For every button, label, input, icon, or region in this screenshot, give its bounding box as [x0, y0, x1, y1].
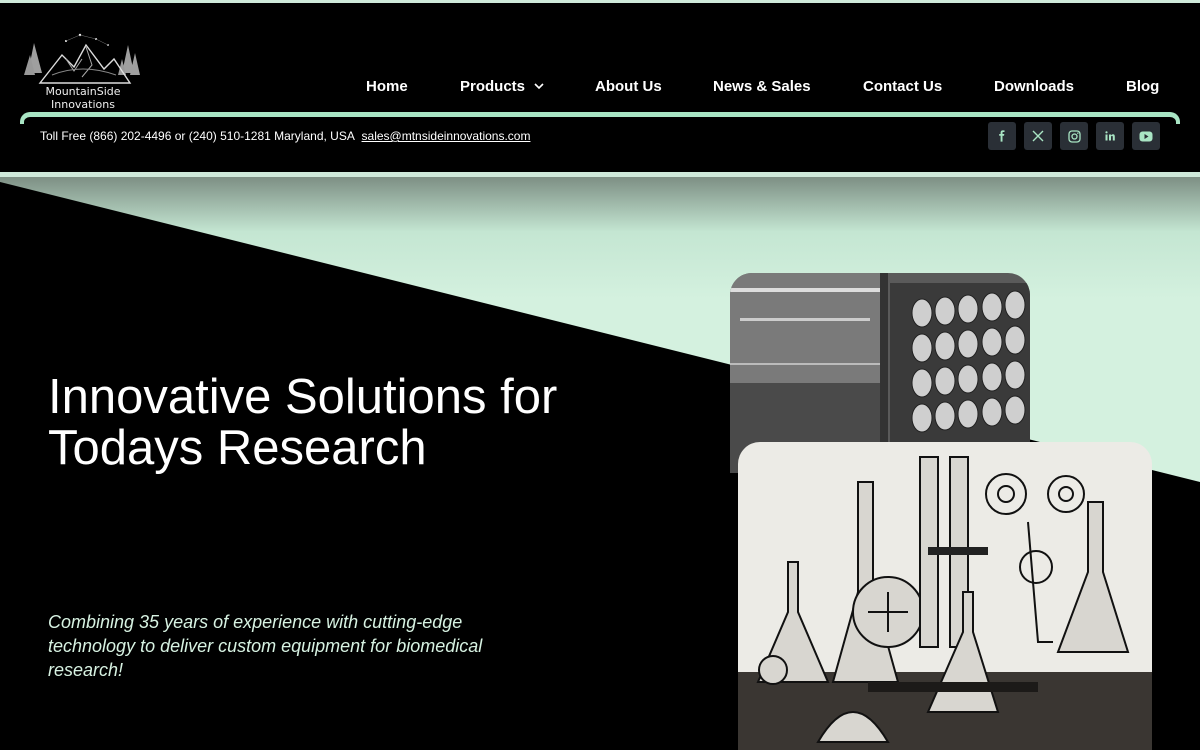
logo-line2: Innovations	[51, 98, 115, 111]
linkedin-icon	[1105, 131, 1115, 141]
contact-info: Toll Free (866) 202-4496 or (240) 510-12…	[40, 128, 530, 144]
nav-contact-us[interactable]: Contact Us	[863, 77, 942, 97]
social-linkedin[interactable]	[1096, 122, 1124, 150]
nav-blog[interactable]: Blog	[1126, 77, 1159, 97]
site-logo[interactable]: MountainSide Innovations	[22, 25, 144, 113]
social-youtube[interactable]	[1132, 122, 1160, 150]
x-icon	[1032, 130, 1044, 142]
facebook-icon	[999, 130, 1005, 142]
hero-subtitle: Combining 35 years of experience with cu…	[48, 612, 483, 680]
nav-home[interactable]: Home	[366, 77, 408, 97]
nav-news-sales[interactable]: News & Sales	[713, 77, 811, 97]
social-instagram[interactable]	[1060, 122, 1088, 150]
contact-phone-location: Toll Free (866) 202-4496 or (240) 510-12…	[40, 129, 355, 143]
social-x[interactable]	[1024, 122, 1052, 150]
hero-section: Innovative Solutions for Todays Research…	[0, 177, 1200, 750]
site-header: MountainSide Innovations Home Products A…	[0, 3, 1200, 172]
nav-products-label: Products	[460, 78, 526, 95]
contact-email-link[interactable]: sales@mtnsideinnovations.com	[362, 129, 531, 143]
main-nav: Home Products About Us News & Sales Cont…	[0, 77, 1200, 99]
nav-about-us[interactable]: About Us	[595, 77, 662, 97]
social-facebook[interactable]	[988, 122, 1016, 150]
nav-products[interactable]: Products	[460, 77, 545, 97]
instagram-icon	[1067, 129, 1081, 143]
chevron-down-icon	[534, 83, 544, 90]
lab-glassware-image	[738, 442, 1152, 750]
hero-title-line2: Todays Research	[48, 421, 427, 475]
hero-title-line1: Innovative Solutions for	[48, 370, 558, 424]
nav-downloads[interactable]: Downloads	[994, 77, 1074, 97]
hero-title: Innovative Solutions for Todays Research	[48, 372, 668, 474]
youtube-icon	[1139, 131, 1153, 141]
